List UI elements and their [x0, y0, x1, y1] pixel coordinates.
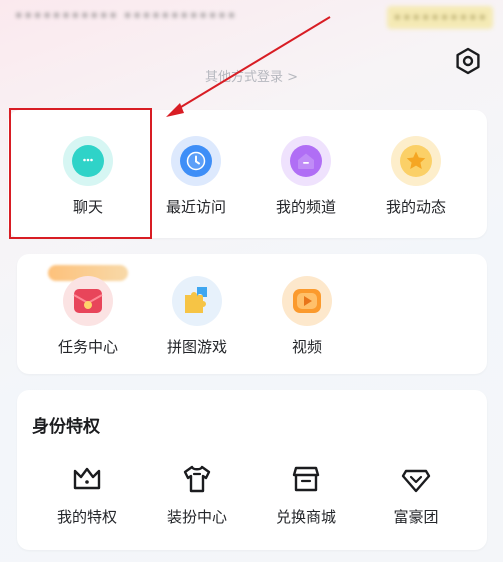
chat-bubble-icon: [78, 154, 98, 169]
recent-icon-bubble: [171, 136, 221, 186]
privilege-label: 兑换商城: [275, 508, 336, 526]
shop-icon: [292, 466, 320, 492]
privilege-my-privileges[interactable]: 我的特权: [41, 462, 133, 527]
privilege-label: 富豪团: [393, 508, 439, 526]
video-play-icon: [293, 289, 321, 313]
feature-puzzle-game[interactable]: 拼图游戏: [151, 276, 243, 357]
feature-label: 任务中心: [57, 338, 118, 356]
task-icon-bubble: [63, 276, 113, 326]
puzzle-icon-bubble: [172, 276, 222, 326]
diamond-icon: [401, 469, 431, 493]
quick-action-recent[interactable]: 最近访问: [150, 136, 242, 217]
crown-icon: [73, 467, 101, 490]
chat-icon-bubble: [63, 136, 113, 186]
feature-task-center[interactable]: 任务中心: [42, 276, 134, 357]
quick-action-chat[interactable]: 聊天: [42, 136, 134, 217]
privilege-exchange-mall[interactable]: 兑换商城: [260, 462, 352, 527]
blurred-account-name: ••••••••••• ••••••••••••: [14, 6, 237, 25]
privilege-rich-club[interactable]: 富豪团: [370, 462, 462, 527]
task-envelope-icon: [73, 289, 103, 313]
video-icon-bubble: [282, 276, 332, 326]
quick-action-dynamic[interactable]: 我的动态: [370, 136, 462, 217]
privilege-label: 装扮中心: [166, 508, 227, 526]
clock-icon: [186, 151, 206, 171]
quick-action-label: 聊天: [72, 198, 103, 216]
home-channel-icon: [298, 153, 314, 169]
quick-action-label: 最近访问: [165, 198, 226, 216]
account-header: ••••••••••• •••••••••••• ••••••••••: [0, 0, 503, 60]
dynamic-icon-bubble: [391, 136, 441, 186]
quick-action-label: 我的频道: [275, 198, 336, 216]
hexagon-settings-icon: [456, 47, 480, 75]
quick-action-label: 我的动态: [385, 198, 446, 216]
blurred-account-badge: ••••••••••: [386, 6, 493, 29]
channel-icon-bubble: [281, 136, 331, 186]
settings-button[interactable]: [451, 44, 485, 78]
feature-video[interactable]: 视频: [261, 276, 353, 357]
privileges-title: 身份特权: [32, 417, 100, 437]
puzzle-icon: [185, 287, 207, 313]
quick-action-channel[interactable]: 我的频道: [260, 136, 352, 217]
privilege-label: 我的特权: [56, 508, 117, 526]
star-icon: [406, 151, 426, 169]
tshirt-icon: [183, 465, 211, 493]
feature-label: 拼图游戏: [166, 338, 227, 356]
feature-label: 视频: [291, 338, 322, 356]
other-login-link[interactable]: 其他方式登录 >: [0, 66, 503, 85]
privilege-dress-center[interactable]: 装扮中心: [151, 462, 243, 527]
